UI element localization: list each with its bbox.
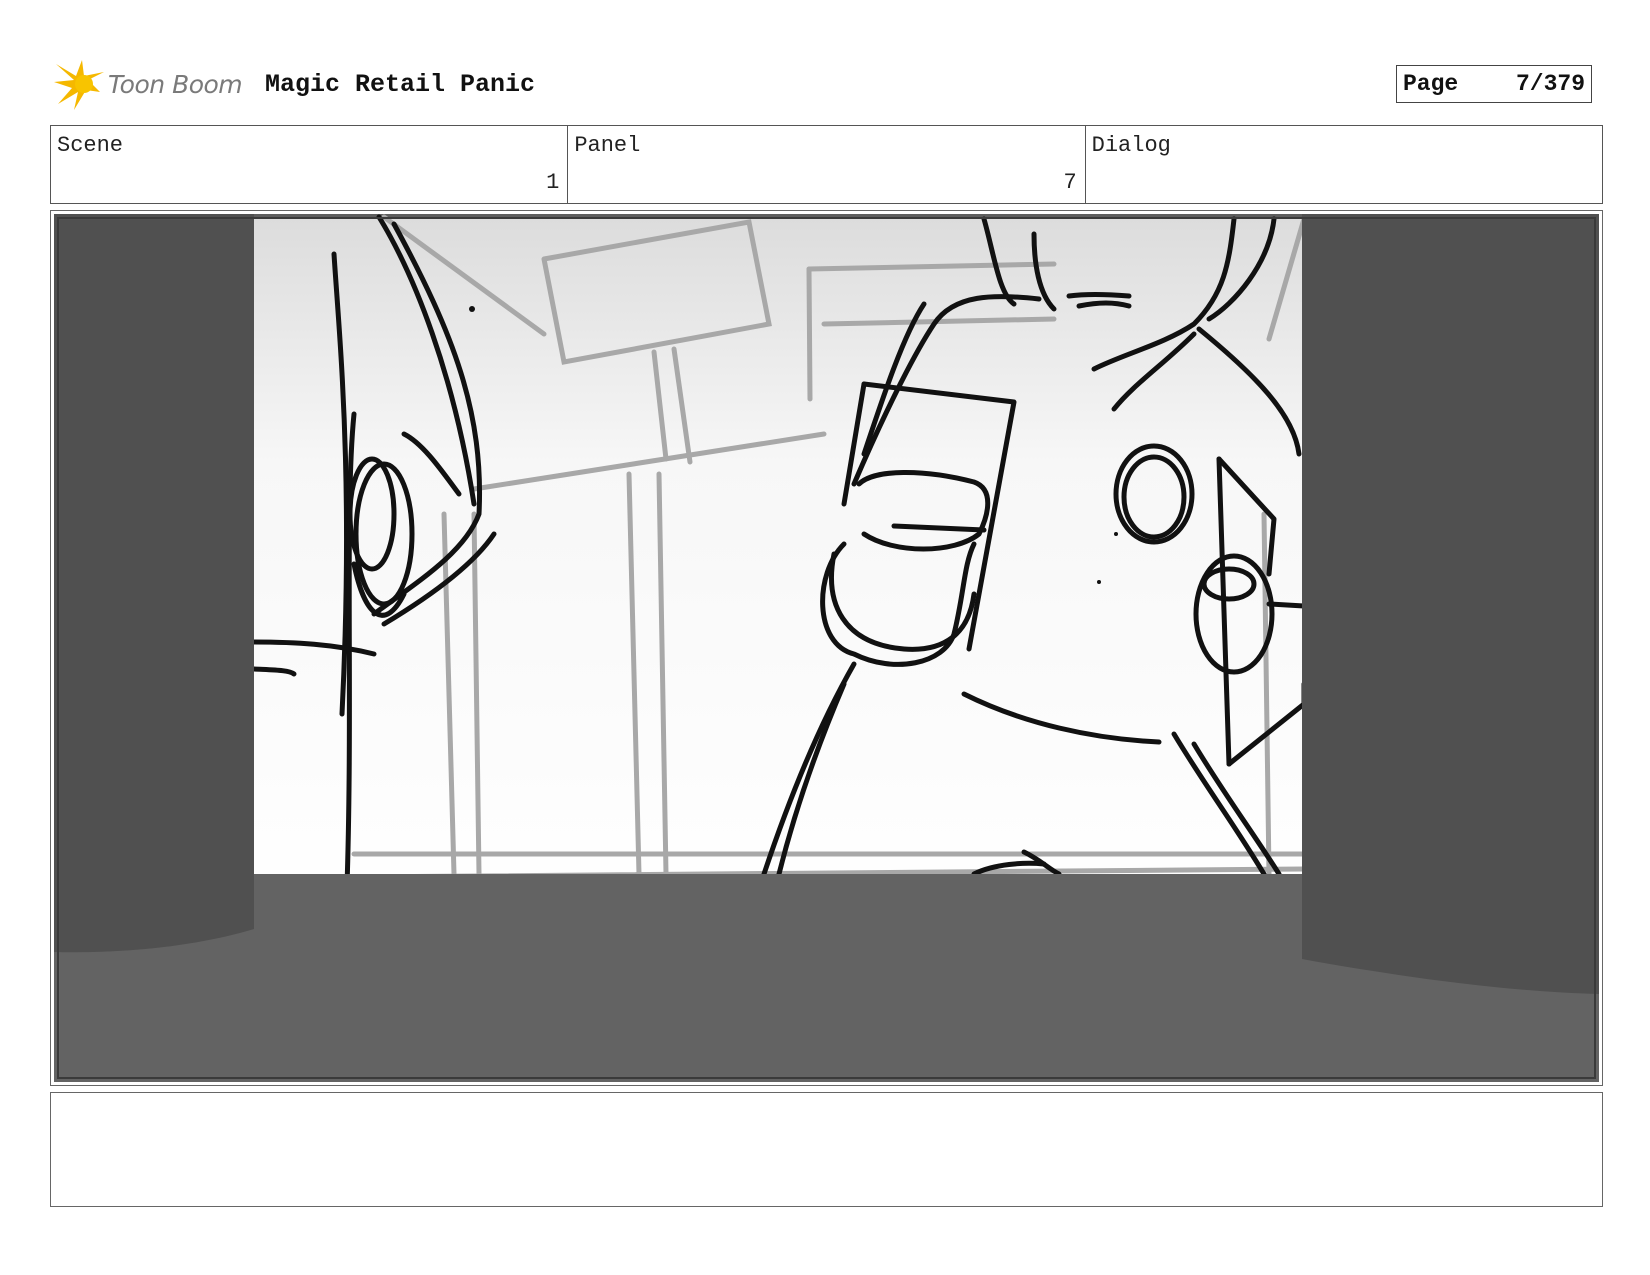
panel-label: Panel bbox=[574, 133, 641, 158]
page-number: 7/379 bbox=[1515, 71, 1585, 97]
toon-boom-logo: Toon Boom bbox=[52, 58, 252, 114]
notes-box bbox=[50, 1092, 1603, 1207]
storyboard-panel bbox=[50, 210, 1603, 1086]
panel-sketch-image bbox=[54, 214, 1599, 1082]
page-label: Page bbox=[1403, 71, 1459, 97]
dialog-cell: Dialog bbox=[1086, 126, 1602, 203]
logo-text: Toon Boom bbox=[108, 70, 243, 99]
scene-number: 1 bbox=[546, 170, 560, 195]
scene-label: Scene bbox=[57, 133, 124, 158]
scene-cell: Scene 1 bbox=[51, 126, 569, 203]
panel-cell: Panel 7 bbox=[568, 126, 1086, 203]
storyboard-header: Toon Boom Magic Retail Panic Page 7/379 bbox=[52, 58, 1602, 114]
dialog-label: Dialog bbox=[1091, 133, 1171, 158]
panel-number: 7 bbox=[1063, 170, 1077, 195]
project-title: Magic Retail Panic bbox=[265, 70, 536, 99]
burst-logo-icon bbox=[54, 60, 104, 110]
page-indicator: Page 7/379 bbox=[1396, 65, 1592, 103]
info-table: Scene 1 Panel 7 Dialog bbox=[50, 125, 1603, 204]
